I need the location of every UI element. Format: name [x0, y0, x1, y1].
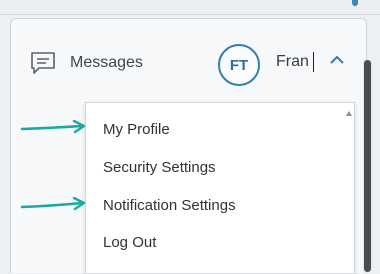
- avatar-initials: FT: [229, 56, 249, 74]
- menu-item-notification-settings[interactable]: Notification Settings: [103, 197, 236, 214]
- top-indicator: [352, 0, 358, 6]
- message-square-icon: [31, 52, 55, 74]
- menu-item-security-settings[interactable]: Security Settings: [103, 159, 216, 176]
- highlight-arrow-icon: [20, 120, 86, 134]
- chevron-up-icon[interactable]: [328, 52, 346, 66]
- user-avatar[interactable]: FT: [218, 44, 260, 86]
- menu-item-my-profile[interactable]: My Profile: [103, 121, 170, 138]
- header-row: Messages FT Fran: [10, 32, 350, 94]
- text-cursor: [313, 52, 314, 72]
- user-menu-dropdown: My Profile Security Settings Notificatio…: [85, 102, 355, 274]
- scroll-up-icon[interactable]: [346, 111, 352, 116]
- menu-item-log-out[interactable]: Log Out: [103, 234, 156, 251]
- page-scrollbar[interactable]: [363, 60, 372, 272]
- top-bar: [0, 0, 380, 15]
- user-name[interactable]: Fran: [276, 53, 309, 71]
- highlight-arrow-icon: [20, 197, 86, 211]
- dropdown-scrollbar[interactable]: [346, 109, 352, 269]
- messages-label: Messages: [70, 54, 143, 71]
- page-scrollbar-thumb[interactable]: [364, 60, 371, 272]
- messages-link[interactable]: Messages: [30, 51, 143, 75]
